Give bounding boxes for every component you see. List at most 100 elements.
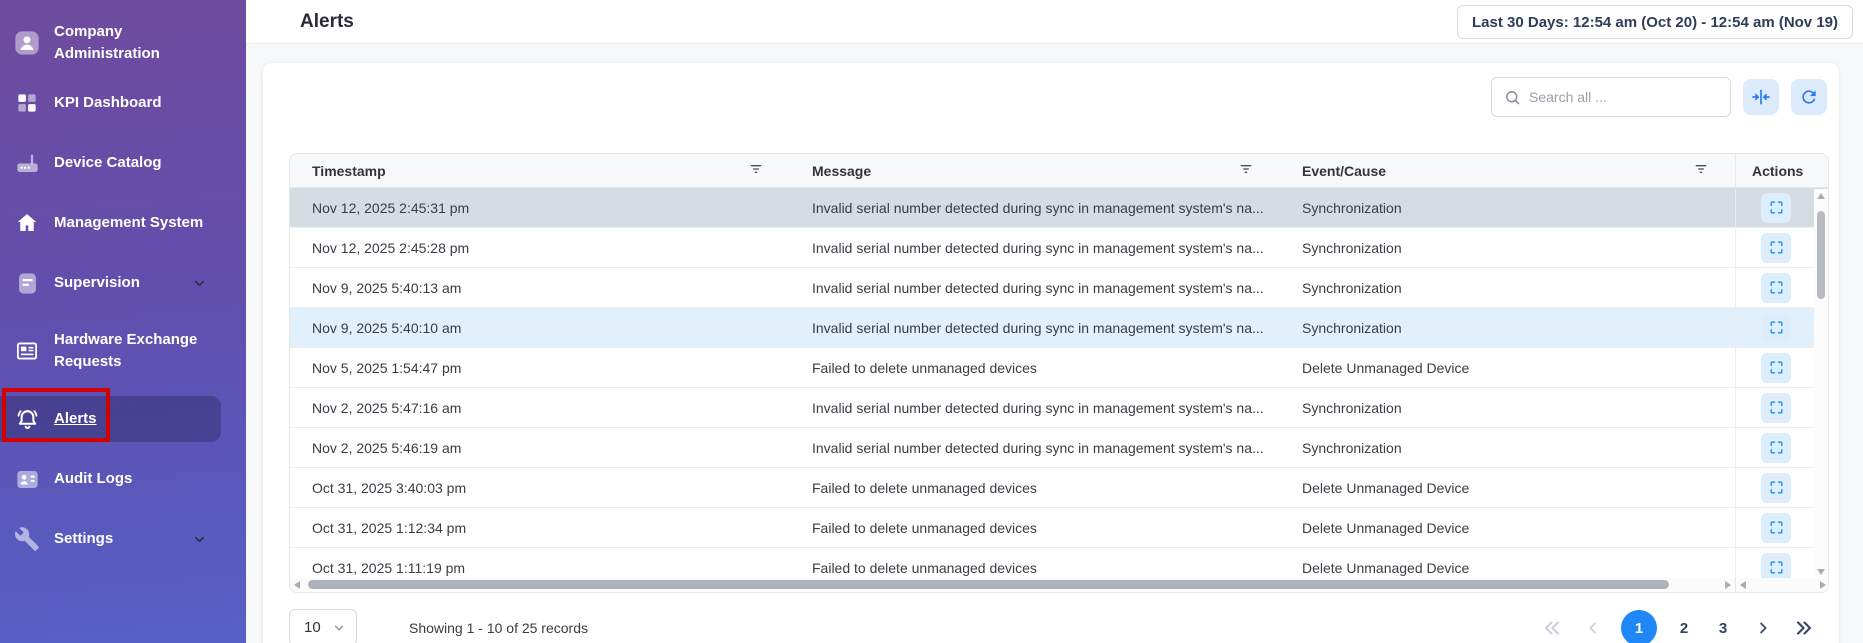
column-header[interactable]: Timestamp bbox=[290, 154, 790, 187]
expand-row-button[interactable] bbox=[1761, 233, 1791, 263]
expand-row-button[interactable] bbox=[1761, 433, 1791, 463]
actions-pane-scrollbar[interactable] bbox=[1735, 578, 1829, 592]
table-body: Nov 12, 2025 2:45:31 pm Invalid serial n… bbox=[290, 188, 1828, 588]
expand-row-button[interactable] bbox=[1761, 473, 1791, 503]
column-header-label: Message bbox=[812, 163, 871, 179]
sidebar-item[interactable]: KPI Dashboard bbox=[0, 80, 221, 126]
next-page-icon[interactable] bbox=[1750, 615, 1776, 641]
previous-page-icon[interactable] bbox=[1580, 615, 1606, 641]
page-number-button[interactable]: 1 bbox=[1621, 610, 1657, 643]
filter-icon[interactable] bbox=[1693, 161, 1709, 180]
actions-cell bbox=[1735, 188, 1816, 227]
expand-row-button[interactable] bbox=[1761, 313, 1791, 343]
topbar: Alerts Last 30 Days: 12:54 am (Oct 20) -… bbox=[246, 0, 1863, 44]
search-input-wrapper[interactable] bbox=[1491, 77, 1731, 117]
expand-row-button[interactable] bbox=[1761, 353, 1791, 383]
expand-icon bbox=[1768, 359, 1785, 376]
horizontal-scrollbar-thumb[interactable] bbox=[308, 580, 1669, 589]
bell-icon bbox=[14, 406, 41, 433]
event-cause-cell: Synchronization bbox=[1280, 188, 1735, 227]
page-size-value: 10 bbox=[304, 619, 321, 636]
column-header-label: Actions bbox=[1752, 163, 1803, 179]
expand-icon bbox=[1768, 279, 1785, 296]
last-page-icon[interactable] bbox=[1791, 615, 1817, 641]
newspaper-icon bbox=[14, 338, 40, 364]
table-row[interactable]: Nov 2, 2025 5:47:16 am Invalid serial nu… bbox=[290, 388, 1828, 428]
page-number-button[interactable]: 3 bbox=[1711, 620, 1735, 637]
actions-scroll-left-icon[interactable] bbox=[1740, 581, 1746, 589]
expand-row-button[interactable] bbox=[1761, 513, 1791, 543]
expand-icon bbox=[1768, 519, 1785, 536]
sidebar-item[interactable]: Alerts bbox=[0, 396, 221, 442]
table-row[interactable]: Nov 2, 2025 5:46:19 am Invalid serial nu… bbox=[290, 428, 1828, 468]
actions-scroll-right-icon[interactable] bbox=[1820, 581, 1826, 589]
actions-cell bbox=[1735, 228, 1816, 267]
expand-row-button[interactable] bbox=[1761, 393, 1791, 423]
filter-icon[interactable] bbox=[1238, 161, 1254, 180]
message-cell: Invalid serial number detected during sy… bbox=[790, 428, 1280, 467]
message-cell: Failed to delete unmanaged devices bbox=[790, 468, 1280, 507]
scroll-left-icon[interactable] bbox=[294, 581, 300, 589]
sidebar-item[interactable]: Company Administration bbox=[0, 20, 221, 66]
event-cause-cell: Synchronization bbox=[1280, 228, 1735, 267]
sidebar-item-label: Company Administration bbox=[54, 21, 221, 65]
message-cell: Invalid serial number detected during sy… bbox=[790, 268, 1280, 307]
timestamp-cell: Nov 9, 2025 5:40:13 am bbox=[290, 268, 790, 307]
page-size-select[interactable]: 10 bbox=[289, 609, 357, 643]
sidebar-item[interactable]: Audit Logs bbox=[0, 456, 221, 502]
home-icon bbox=[14, 210, 40, 236]
column-header[interactable]: Actions bbox=[1735, 154, 1828, 187]
table-row[interactable]: Nov 9, 2025 5:40:13 am Invalid serial nu… bbox=[290, 268, 1828, 308]
supervision-icon bbox=[14, 270, 41, 297]
timestamp-cell: Nov 2, 2025 5:47:16 am bbox=[290, 388, 790, 427]
expand-icon bbox=[1768, 399, 1785, 416]
chevron-down-icon bbox=[192, 276, 207, 291]
filter-icon[interactable] bbox=[748, 161, 764, 180]
sidebar-item[interactable]: Settings bbox=[0, 516, 221, 562]
fit-columns-button[interactable] bbox=[1743, 79, 1779, 115]
page-number-button[interactable]: 2 bbox=[1672, 620, 1696, 637]
table-header-row: Timestamp Message Event/Cause bbox=[290, 154, 1828, 188]
actions-cell bbox=[1735, 388, 1816, 427]
table-row[interactable]: Nov 12, 2025 2:45:28 pm Invalid serial n… bbox=[290, 228, 1828, 268]
sidebar-item-label: Alerts bbox=[54, 408, 103, 430]
scroll-up-icon[interactable] bbox=[1817, 193, 1825, 199]
message-cell: Invalid serial number detected during sy… bbox=[790, 388, 1280, 427]
scroll-down-icon[interactable] bbox=[1817, 569, 1825, 575]
expand-row-button[interactable] bbox=[1761, 273, 1791, 303]
message-cell: Failed to delete unmanaged devices bbox=[790, 348, 1280, 387]
message-cell: Failed to delete unmanaged devices bbox=[790, 508, 1280, 547]
id-card-icon bbox=[14, 466, 41, 493]
table-row[interactable]: Oct 31, 2025 1:12:34 pm Failed to delete… bbox=[290, 508, 1828, 548]
expand-row-button[interactable] bbox=[1761, 193, 1791, 223]
expand-icon bbox=[1768, 559, 1785, 576]
scroll-right-icon[interactable] bbox=[1725, 581, 1731, 589]
dashboard-icon bbox=[14, 90, 40, 116]
date-range-picker[interactable]: Last 30 Days: 12:54 am (Oct 20) - 12:54 … bbox=[1457, 5, 1853, 39]
expand-icon bbox=[1768, 239, 1785, 256]
sidebar-item[interactable]: Device Catalog bbox=[0, 140, 221, 186]
column-header[interactable]: Event/Cause bbox=[1280, 154, 1735, 187]
search-input[interactable] bbox=[1529, 89, 1718, 105]
column-header[interactable]: Message bbox=[790, 154, 1280, 187]
actions-cell bbox=[1735, 508, 1816, 547]
table-row[interactable]: Nov 5, 2025 1:54:47 pm Failed to delete … bbox=[290, 348, 1828, 388]
table-row[interactable]: Nov 9, 2025 5:40:10 am Invalid serial nu… bbox=[290, 308, 1828, 348]
sidebar-item-label: Management System bbox=[54, 212, 209, 234]
table-row[interactable]: Nov 12, 2025 2:45:31 pm Invalid serial n… bbox=[290, 188, 1828, 228]
horizontal-scrollbar[interactable] bbox=[290, 578, 1735, 592]
vertical-scrollbar-thumb[interactable] bbox=[1817, 211, 1825, 299]
app-window: Company Administration KPI Dashboard bbox=[0, 0, 1863, 643]
table-row[interactable]: Oct 31, 2025 3:40:03 pm Failed to delete… bbox=[290, 468, 1828, 508]
vertical-scrollbar[interactable] bbox=[1814, 189, 1828, 579]
event-cause-cell: Delete Unmanaged Device bbox=[1280, 508, 1735, 547]
column-header-label: Timestamp bbox=[312, 163, 386, 179]
sidebar-item[interactable]: Hardware Exchange Requests bbox=[0, 320, 221, 382]
first-page-icon[interactable] bbox=[1539, 615, 1565, 641]
sidebar-item[interactable]: Supervision bbox=[0, 260, 221, 306]
refresh-button[interactable] bbox=[1791, 79, 1827, 115]
event-cause-cell: Synchronization bbox=[1280, 268, 1735, 307]
sidebar-item[interactable]: Management System bbox=[0, 200, 221, 246]
page-title: Alerts bbox=[300, 11, 354, 33]
actions-cell bbox=[1735, 428, 1816, 467]
